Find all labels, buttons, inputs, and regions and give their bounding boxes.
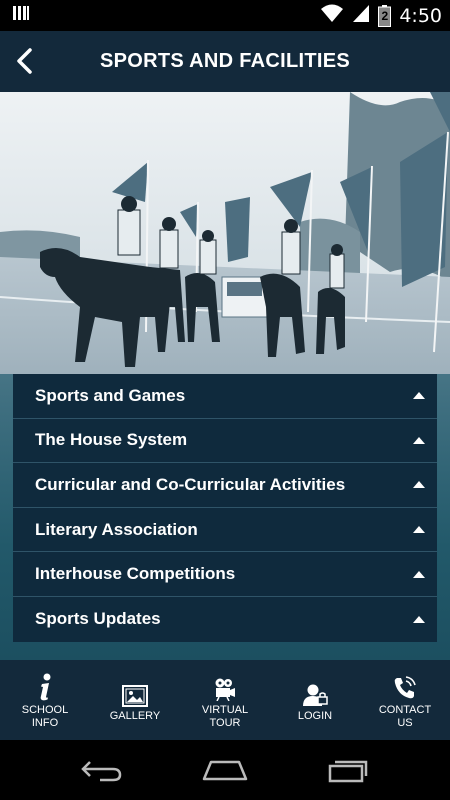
back-arrow-icon	[80, 761, 121, 782]
info-icon	[37, 671, 53, 701]
caret-up-icon	[413, 526, 425, 534]
caret-up-icon	[413, 481, 425, 489]
video-camera-icon	[213, 671, 237, 701]
phone-icon	[392, 671, 418, 701]
hero-photo	[0, 92, 450, 374]
accordion-menu: Sports and Games The House System Curric…	[13, 374, 437, 642]
gallery-icon	[122, 677, 148, 707]
nav-label: VIRTUAL TOUR	[201, 703, 249, 729]
system-home-button[interactable]	[190, 750, 260, 790]
nav-login[interactable]: LOGIN	[270, 660, 360, 740]
recents-icon	[329, 760, 368, 783]
caret-up-icon	[413, 392, 425, 400]
bottom-nav: SCHOOL INFO GALLERY VIRTUAL TOUR LOGIN C…	[0, 660, 450, 740]
nav-contact-us[interactable]: CONTACT US	[360, 660, 450, 740]
accordion-item-label: Interhouse Competitions	[35, 564, 236, 584]
status-time: 4:50	[399, 4, 442, 27]
home-icon	[202, 760, 248, 781]
accordion-item-house-system[interactable]: The House System	[13, 419, 437, 464]
battery-level: 2	[381, 8, 389, 23]
system-back-button[interactable]	[67, 750, 137, 790]
accordion-item-label: Literary Association	[35, 519, 198, 539]
status-bar: 2 4:50	[0, 0, 450, 31]
nav-school-info[interactable]: SCHOOL INFO	[0, 660, 90, 740]
user-login-icon	[302, 677, 328, 707]
nav-virtual-tour[interactable]: VIRTUAL TOUR	[180, 660, 270, 740]
notification-icon	[12, 4, 30, 27]
nav-label: SCHOOL INFO	[21, 703, 69, 729]
main-content: Sports and Games The House System Curric…	[0, 92, 450, 660]
accordion-item-label: Sports and Games	[35, 385, 186, 405]
nav-gallery[interactable]: GALLERY	[90, 660, 180, 740]
battery-icon: 2	[378, 4, 392, 27]
accordion-item-sports-and-games[interactable]: Sports and Games	[13, 374, 437, 419]
caret-up-icon	[413, 615, 425, 623]
system-nav-bar	[0, 740, 450, 800]
accordion-item-label: Sports Updates	[35, 609, 161, 629]
app-header: SPORTS AND FACILITIES	[0, 31, 450, 92]
accordion-item-interhouse-competitions[interactable]: Interhouse Competitions	[13, 552, 437, 597]
accordion-item-label: Curricular and Co-Curricular Activities	[35, 474, 346, 494]
caret-up-icon	[413, 436, 425, 444]
signal-icon	[352, 3, 370, 28]
nav-label: CONTACT US	[378, 703, 432, 729]
accordion-item-sports-updates[interactable]: Sports Updates	[13, 597, 437, 642]
system-recents-button[interactable]	[313, 750, 383, 790]
caret-up-icon	[413, 570, 425, 578]
back-button[interactable]	[8, 44, 42, 78]
nav-label: GALLERY	[109, 710, 161, 722]
wifi-icon	[320, 3, 344, 28]
accordion-item-curricular-activities[interactable]: Curricular and Co-Curricular Activities	[13, 463, 437, 508]
accordion-item-label: The House System	[35, 430, 188, 450]
nav-label: LOGIN	[297, 710, 333, 722]
page-title: SPORTS AND FACILITIES	[99, 50, 351, 72]
accordion-item-literary-association[interactable]: Literary Association	[13, 508, 437, 553]
chevron-left-icon	[17, 48, 32, 74]
